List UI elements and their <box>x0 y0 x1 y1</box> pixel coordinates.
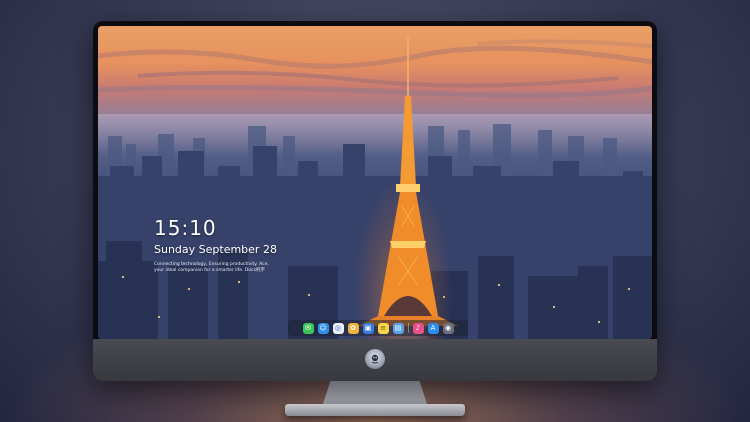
logo-mark-icon <box>371 354 379 364</box>
tokyo-tower <box>358 38 458 326</box>
app-store-icon[interactable]: A <box>427 322 439 334</box>
desktop-screen: 15:10 Sunday September 28 Connecting tec… <box>98 26 652 339</box>
music-icon[interactable]: ♪ <box>412 322 424 334</box>
finder-icon[interactable]: ☺ <box>317 322 329 334</box>
lock-screen-time: 15:10 <box>154 216 217 240</box>
lock-screen-date: Sunday September 28 <box>154 243 277 256</box>
lock-screen-message: Connecting technology, Ensuring producti… <box>154 262 304 274</box>
preview-icon[interactable]: ▤ <box>392 322 404 334</box>
dock-separator <box>407 323 409 333</box>
camera-icon[interactable]: ◉ <box>442 322 454 334</box>
dock: ✉ ☺ ◎ ✿ ▣ ≡ ▤ ♪ A ◉ <box>288 320 468 336</box>
photos-icon[interactable]: ✿ <box>347 322 359 334</box>
notes-icon[interactable]: ≡ <box>377 322 389 334</box>
clapper-icon[interactable]: ▣ <box>362 322 374 334</box>
messages-icon[interactable]: ✉ <box>302 322 314 334</box>
brand-logo-icon <box>365 349 385 369</box>
monitor: 15:10 Sunday September 28 Connecting tec… <box>93 21 657 381</box>
monitor-stand-base <box>285 404 465 416</box>
safari-icon[interactable]: ◎ <box>332 322 344 334</box>
message-line-2: your ideal companion for a smarter life.… <box>154 268 265 273</box>
monitor-chin <box>93 339 657 381</box>
